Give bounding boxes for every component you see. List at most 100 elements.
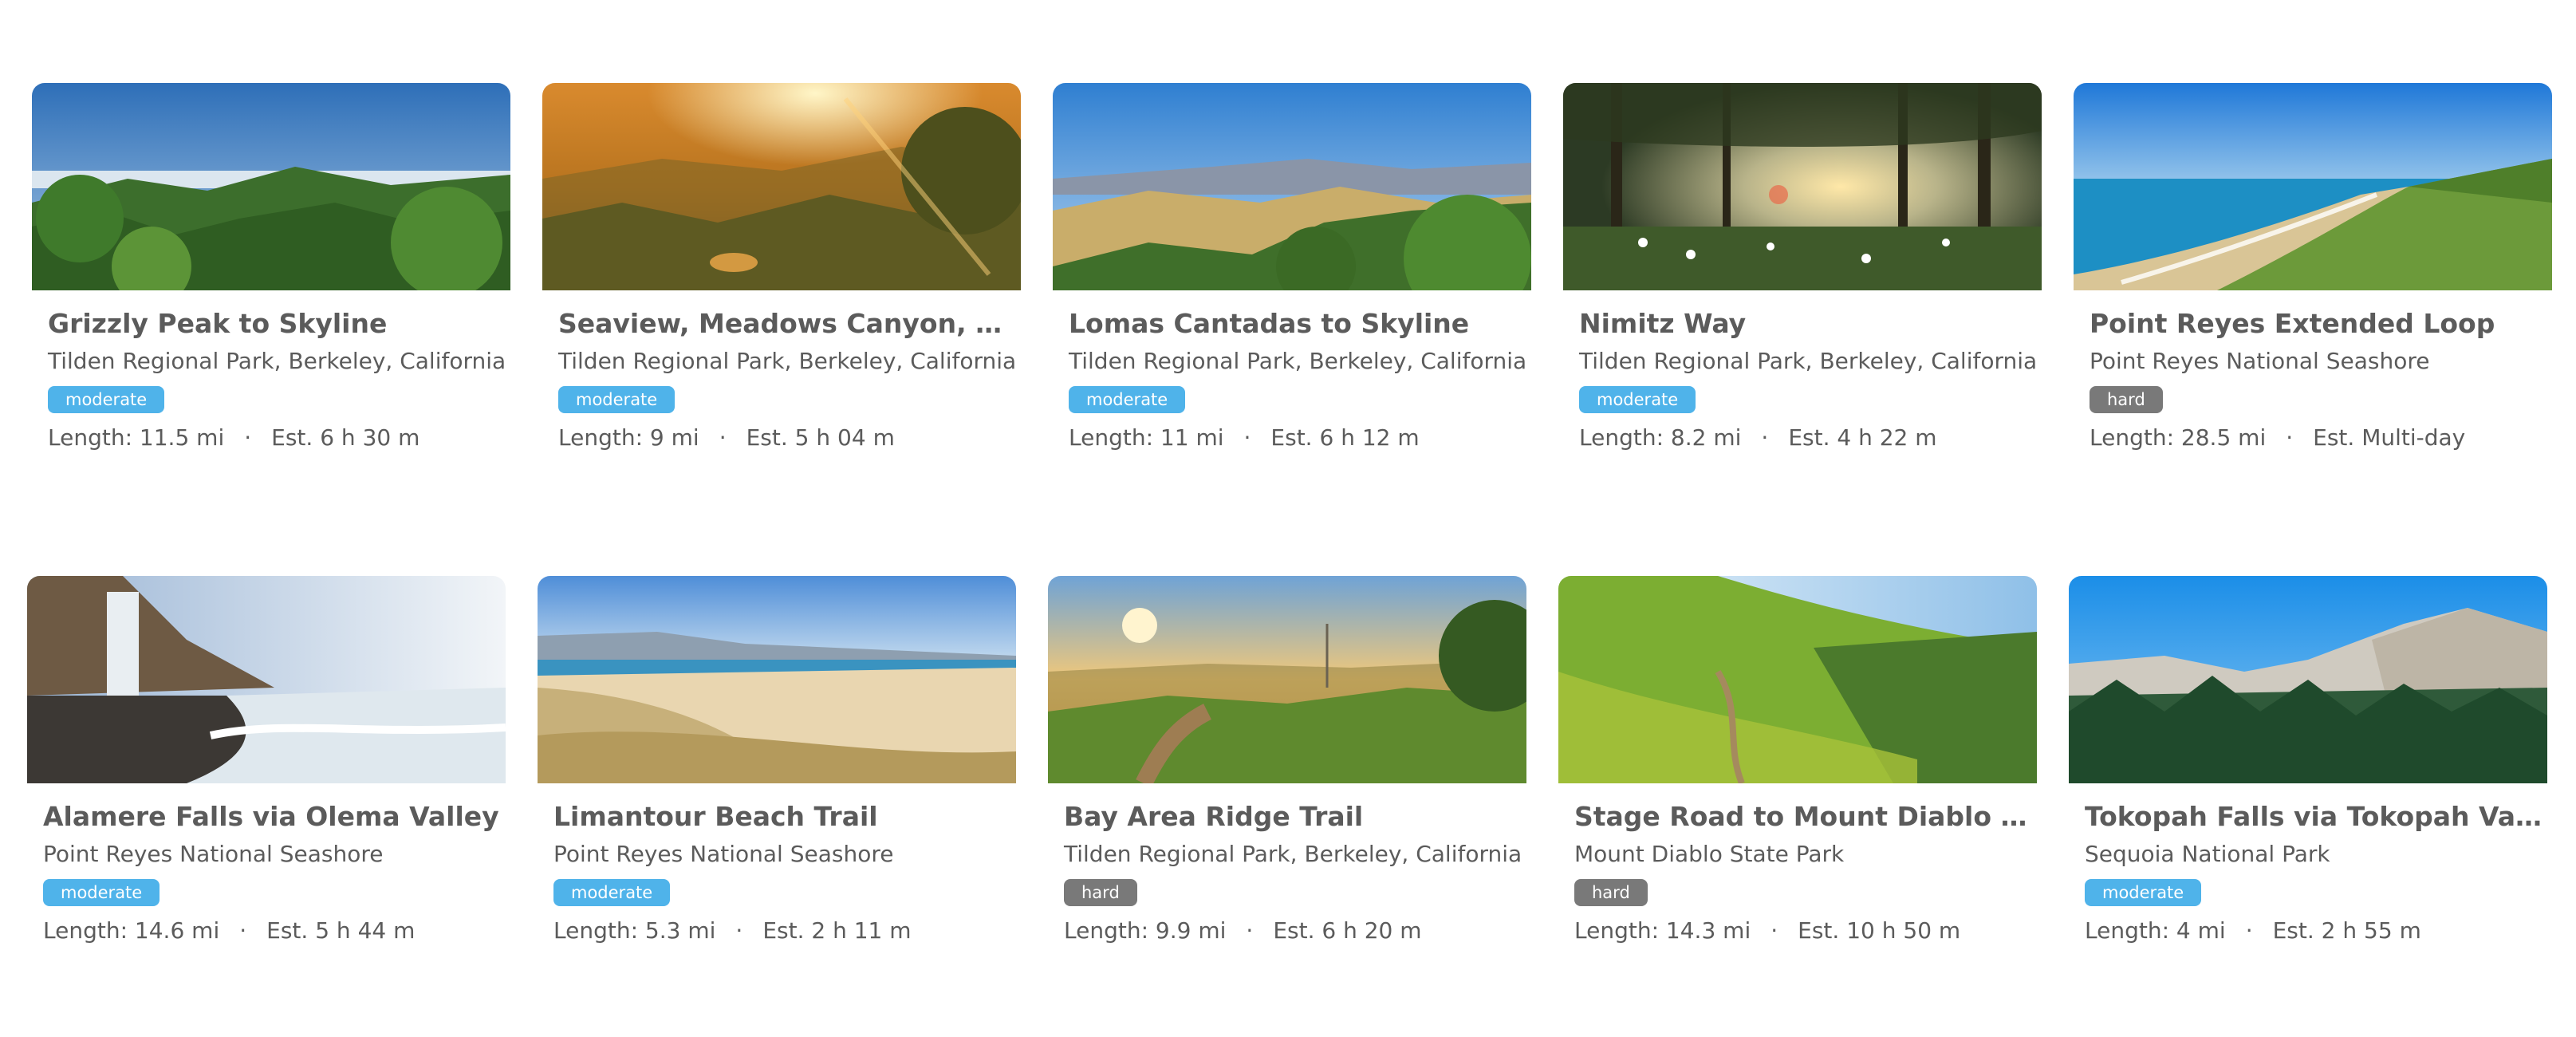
- length-value: 4 mi: [2176, 917, 2226, 944]
- difficulty-badge: hard: [1574, 879, 1648, 906]
- length-label: Length:: [2090, 424, 2181, 451]
- trail-stats: Length: 8.2 mi · Est. 4 h 22 m: [1579, 422, 1937, 454]
- length-value: 9.9 mi: [1155, 917, 1227, 944]
- separator-dot: ·: [719, 424, 727, 451]
- length-label: Length:: [1069, 424, 1160, 451]
- trail-card[interactable]: Tokopah Falls via Tokopah Valley Sequoia…: [2069, 576, 2547, 959]
- trail-location: Point Reyes National Seashore: [2090, 348, 2430, 374]
- trail-title[interactable]: Point Reyes Extended Loop: [2090, 306, 2548, 341]
- trail-card[interactable]: Stage Road to Mount Diablo Summit Mount …: [1558, 576, 2037, 959]
- length-value: 5.3 mi: [644, 917, 716, 944]
- separator-dot: ·: [735, 917, 743, 944]
- difficulty-badge: moderate: [1069, 386, 1186, 413]
- trail-title[interactable]: Limantour Beach Trail: [553, 799, 1012, 834]
- length-value: 11.5 mi: [139, 424, 225, 451]
- difficulty-badge: moderate: [43, 879, 160, 906]
- estimate-label: Est.: [1270, 424, 1320, 451]
- separator-dot: ·: [1771, 917, 1778, 944]
- trail-title[interactable]: Nimitz Way: [1579, 306, 2038, 341]
- trail-card[interactable]: Limantour Beach Trail Point Reyes Nation…: [538, 576, 1016, 959]
- trail-title[interactable]: Grizzly Peak to Skyline: [48, 306, 506, 341]
- estimate-value: 6 h 20 m: [1321, 917, 1422, 944]
- separator-dot: ·: [2286, 424, 2294, 451]
- trail-title[interactable]: Alamere Falls via Olema Valley: [43, 799, 502, 834]
- trail-stats: Length: 4 mi · Est. 2 h 55 m: [2085, 915, 2421, 947]
- estimate-value: 6 h 30 m: [320, 424, 420, 451]
- trail-stats: Length: 11 mi · Est. 6 h 12 m: [1069, 422, 1420, 454]
- separator-dot: ·: [2245, 917, 2253, 944]
- trail-card[interactable]: Alamere Falls via Olema Valley Point Rey…: [27, 576, 506, 959]
- length-value: 14.3 mi: [1665, 917, 1751, 944]
- trail-title[interactable]: Lomas Cantadas to Skyline: [1069, 306, 1527, 341]
- length-value: 14.6 mi: [134, 917, 220, 944]
- separator-dot: ·: [239, 917, 247, 944]
- estimate-label: Est.: [1273, 917, 1322, 944]
- trail-title[interactable]: Seaview, Meadows Canyon, Wildcat Gorge: [558, 306, 1017, 341]
- estimate-label: Est.: [1788, 424, 1837, 451]
- dune-beach-photo: [538, 576, 1016, 783]
- difficulty-badge: moderate: [48, 386, 165, 413]
- separator-dot: ·: [1246, 917, 1254, 944]
- trail-location: Point Reyes National Seashore: [553, 841, 894, 867]
- difficulty-badge: moderate: [2085, 879, 2202, 906]
- trail-stats: Length: 5.3 mi · Est. 2 h 11 m: [553, 915, 912, 947]
- difficulty-badge: hard: [1064, 879, 1137, 906]
- difficulty-badge: moderate: [558, 386, 676, 413]
- length-label: Length:: [2085, 917, 2176, 944]
- trail-location: Tilden Regional Park, Berkeley, Californ…: [1069, 348, 1527, 374]
- estimate-label: Est.: [266, 917, 316, 944]
- length-value: 9 mi: [649, 424, 699, 451]
- length-label: Length:: [1579, 424, 1671, 451]
- trail-stats: Length: 9.9 mi · Est. 6 h 20 m: [1064, 915, 1422, 947]
- trail-stats: Length: 14.3 mi · Est. 10 h 50 m: [1574, 915, 1960, 947]
- trail-stats: Length: 28.5 mi · Est. Multi-day: [2090, 422, 2465, 454]
- difficulty-badge: moderate: [553, 879, 671, 906]
- estimate-label: Est.: [2313, 424, 2362, 451]
- estimate-value: 10 h 50 m: [1846, 917, 1961, 944]
- ridge-sunset-trail-photo: [1048, 576, 1526, 783]
- length-value: 8.2 mi: [1670, 424, 1742, 451]
- trail-card[interactable]: Point Reyes Extended Loop Point Reyes Na…: [2074, 83, 2552, 466]
- trail-stats: Length: 9 mi · Est. 5 h 04 m: [558, 422, 895, 454]
- estimate-value: 2 h 55 m: [2321, 917, 2421, 944]
- trail-card[interactable]: Grizzly Peak to Skyline Tilden Regional …: [32, 83, 510, 466]
- sunset-haze-photo: [542, 83, 1021, 290]
- trail-card[interactable]: Nimitz Way Tilden Regional Park, Berkele…: [1563, 83, 2042, 466]
- trail-title[interactable]: Stage Road to Mount Diablo Summit: [1574, 799, 2033, 834]
- trail-location: Tilden Regional Park, Berkeley, Californ…: [1579, 348, 2038, 374]
- estimate-label: Est.: [271, 424, 321, 451]
- estimate-value: 4 h 22 m: [1837, 424, 1937, 451]
- estimate-label: Est.: [2272, 917, 2322, 944]
- trail-location: Sequoia National Park: [2085, 841, 2330, 867]
- estimate-label: Est.: [1798, 917, 1847, 944]
- difficulty-badge: hard: [2090, 386, 2163, 413]
- ridge-overlook-photo: [32, 83, 510, 290]
- trail-location: Point Reyes National Seashore: [43, 841, 384, 867]
- trail-location: Tilden Regional Park, Berkeley, Californ…: [1064, 841, 1522, 867]
- length-label: Length:: [1574, 917, 1666, 944]
- estimate-value: 5 h 04 m: [794, 424, 895, 451]
- length-label: Length:: [553, 917, 645, 944]
- trail-title[interactable]: Tokopah Falls via Tokopah Valley: [2085, 799, 2543, 834]
- estimate-value: 2 h 11 m: [811, 917, 912, 944]
- trail-location: Mount Diablo State Park: [1574, 841, 1845, 867]
- estimate-label: Est.: [746, 424, 795, 451]
- trail-card[interactable]: Bay Area Ridge Trail Tilden Regional Par…: [1048, 576, 1526, 959]
- length-value: 28.5 mi: [2180, 424, 2267, 451]
- forest-sunburst-photo: [1563, 83, 2042, 290]
- coastal-bluff-photo: [2074, 83, 2552, 290]
- length-value: 11 mi: [1160, 424, 1224, 451]
- beach-waterfall-photo: [27, 576, 506, 783]
- length-label: Length:: [43, 917, 135, 944]
- separator-dot: ·: [244, 424, 252, 451]
- trail-card[interactable]: Lomas Cantadas to Skyline Tilden Regiona…: [1053, 83, 1531, 466]
- difficulty-badge: moderate: [1579, 386, 1696, 413]
- green-hillside-path-photo: [1558, 576, 2037, 783]
- trail-stats: Length: 14.6 mi · Est. 5 h 44 m: [43, 915, 415, 947]
- estimate-value: 6 h 12 m: [1319, 424, 1420, 451]
- trail-title[interactable]: Bay Area Ridge Trail: [1064, 799, 1522, 834]
- trail-stats: Length: 11.5 mi · Est. 6 h 30 m: [48, 422, 419, 454]
- separator-dot: ·: [1761, 424, 1769, 451]
- granite-peaks-photo: [2069, 576, 2547, 783]
- trail-card[interactable]: Seaview, Meadows Canyon, Wildcat Gorge T…: [542, 83, 1021, 466]
